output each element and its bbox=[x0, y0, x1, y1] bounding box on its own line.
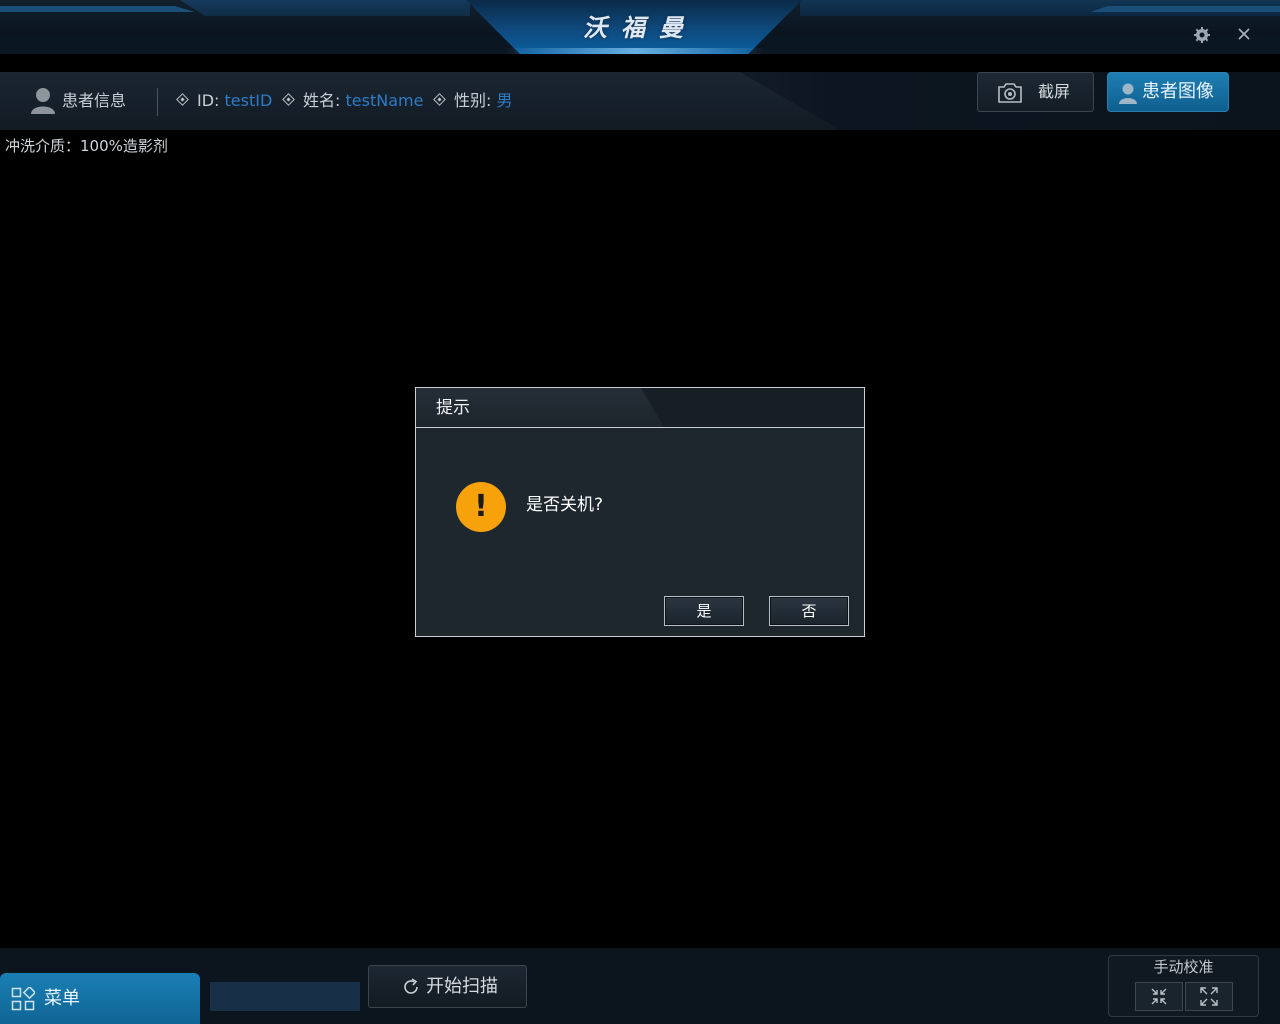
user-icon bbox=[1119, 83, 1137, 104]
menu-button[interactable]: 菜单 bbox=[0, 973, 200, 1024]
logo-glow bbox=[505, 48, 765, 54]
patient-image-button[interactable]: 患者图像 bbox=[1107, 72, 1229, 112]
patient-gender: 性别: 男 bbox=[433, 72, 513, 130]
diamond-icon bbox=[282, 93, 295, 106]
user-icon bbox=[31, 87, 55, 114]
patient-name: 姓名: testName bbox=[282, 72, 424, 130]
confirm-dialog: 提示 ! 是否关机? 是 否 bbox=[415, 387, 865, 637]
screenshot-button[interactable]: 截屏 bbox=[977, 72, 1094, 112]
expand-button[interactable] bbox=[1185, 982, 1233, 1011]
expand-icon bbox=[1200, 987, 1218, 1006]
menu-label: 菜单 bbox=[44, 988, 80, 1009]
patient-id: ID: testID bbox=[176, 72, 273, 130]
progress-bar bbox=[210, 982, 360, 1011]
manual-calibration-panel: 手动校准 bbox=[1108, 955, 1259, 1017]
warning-icon: ! bbox=[456, 482, 506, 532]
gear-icon[interactable] bbox=[1192, 26, 1212, 46]
patient-id-value: testID bbox=[224, 91, 273, 110]
close-icon[interactable] bbox=[1234, 26, 1254, 46]
patient-name-label: 姓名: bbox=[303, 91, 341, 110]
collapse-icon bbox=[1151, 988, 1167, 1005]
camera-icon bbox=[998, 83, 1022, 103]
patient-section: 患者信息 bbox=[30, 72, 126, 130]
patient-section-label: 患者信息 bbox=[62, 91, 127, 110]
start-scan-label: 开始扫描 bbox=[426, 976, 498, 997]
start-scan-button[interactable]: 开始扫描 bbox=[368, 965, 527, 1008]
app-logo: 沃福曼 bbox=[583, 13, 697, 42]
no-button[interactable]: 否 bbox=[769, 596, 849, 626]
divider bbox=[157, 88, 158, 116]
shrink-button[interactable] bbox=[1135, 982, 1183, 1011]
patient-gender-label: 性别: bbox=[454, 91, 492, 110]
patient-name-value: testName bbox=[345, 91, 424, 110]
yes-button[interactable]: 是 bbox=[664, 596, 744, 626]
flush-medium-text: 冲洗介质：100%造影剂 bbox=[5, 137, 168, 155]
titlebar-accent-right bbox=[1090, 6, 1280, 12]
dialog-title: 提示 bbox=[436, 398, 470, 418]
grid-icon bbox=[11, 987, 35, 1011]
dialog-header: 提示 bbox=[416, 388, 864, 428]
patient-id-label: ID: bbox=[197, 91, 220, 110]
diamond-icon bbox=[433, 93, 446, 106]
diamond-icon bbox=[176, 93, 189, 106]
patient-image-label: 患者图像 bbox=[1142, 81, 1214, 102]
dialog-message: 是否关机? bbox=[526, 495, 604, 515]
title-bar: 沃福曼 bbox=[0, 0, 1280, 54]
calibration-title: 手动校准 bbox=[1153, 958, 1214, 976]
screenshot-label: 截屏 bbox=[1038, 82, 1071, 101]
patient-gender-value: 男 bbox=[496, 91, 513, 110]
refresh-icon bbox=[404, 978, 418, 994]
titlebar-accent-left bbox=[0, 6, 195, 12]
